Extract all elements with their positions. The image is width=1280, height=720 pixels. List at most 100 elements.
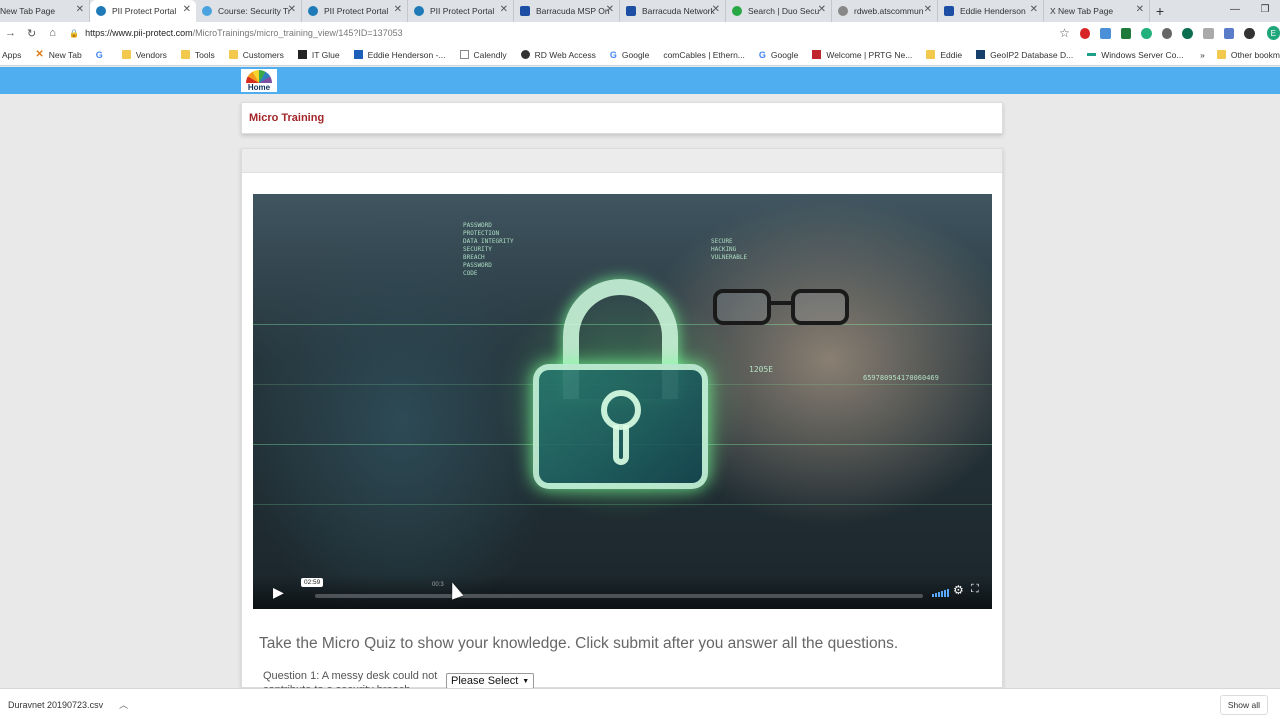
- fullscreen-icon[interactable]: ⛶: [971, 583, 979, 596]
- tab-close-icon[interactable]: ✕: [76, 4, 84, 15]
- bookmark-eddie[interactable]: Eddie: [926, 50, 962, 60]
- tab-0[interactable]: New Tab Page ✕: [0, 0, 90, 22]
- tab-10[interactable]: X New Tab Page ✕: [1044, 0, 1150, 22]
- url-host: https://www.pii-protect.com: [85, 28, 193, 38]
- home-logo[interactable]: Home: [241, 69, 277, 92]
- tab-7[interactable]: Search | Duo Secu ✕: [726, 0, 832, 22]
- tab-close-icon[interactable]: ✕: [606, 4, 614, 15]
- tab-close-icon[interactable]: ✕: [394, 4, 402, 15]
- bookmark-vendors[interactable]: Vendors: [121, 50, 167, 60]
- prtg-icon: [812, 50, 822, 59]
- notification-extension-icon[interactable]: [1244, 27, 1255, 39]
- tab-4[interactable]: PII Protect Portal ✕: [408, 0, 514, 22]
- tab-close-icon[interactable]: ✕: [183, 4, 191, 15]
- bookmark-apps[interactable]: Apps: [2, 50, 21, 60]
- bookmark-other[interactable]: Other bookm: [1216, 49, 1280, 60]
- green-extension-icon[interactable]: [1120, 27, 1132, 39]
- tab-label: New Tab Page: [0, 6, 56, 16]
- bookmark-label: Other bookm: [1230, 49, 1280, 60]
- gear-icon[interactable]: ⚙: [953, 583, 964, 597]
- play-icon[interactable]: ▶: [273, 584, 289, 600]
- grammarly-extension-icon[interactable]: [1141, 27, 1152, 39]
- question-1-text: Question 1: A messy desk could not contr…: [263, 670, 438, 689]
- micro-training-header: Micro Training: [241, 102, 1003, 134]
- card-top-bar: [242, 149, 1002, 173]
- tab-close-icon[interactable]: ✕: [818, 4, 826, 15]
- tab-label: Barracuda Network: [642, 6, 715, 16]
- bookmark-prtg[interactable]: Welcome | PRTG Ne...: [812, 50, 912, 60]
- chevron-up-icon[interactable]: ︿: [119, 698, 128, 711]
- tab-close-icon[interactable]: ✕: [1136, 4, 1144, 15]
- video-player[interactable]: PASSWORD PROTECTION DATA INTEGRITY SECUR…: [253, 194, 992, 609]
- tab-8[interactable]: rdweb.atscommun ✕: [832, 0, 938, 22]
- bookmark-new-tab[interactable]: ✕ New Tab: [35, 49, 81, 60]
- new-tab-button[interactable]: +: [1150, 0, 1170, 22]
- tab-close-icon[interactable]: ✕: [1030, 4, 1038, 15]
- show-all-button[interactable]: Show all: [1219, 694, 1268, 715]
- forward-arrow-icon[interactable]: →: [0, 27, 21, 39]
- chat-extension-icon[interactable]: [1182, 27, 1193, 39]
- restore-icon[interactable]: ❐: [1250, 0, 1280, 22]
- bookmark-label: Windows Server Co...: [1101, 49, 1184, 60]
- bookmarks-overflow-icon[interactable]: »: [1200, 50, 1205, 60]
- tab-9[interactable]: Eddie Henderson ✕: [938, 0, 1044, 22]
- bookmark-google-2[interactable]: G Google: [610, 50, 649, 60]
- itglue-icon: [297, 50, 307, 59]
- hover-time: 00:3: [432, 582, 444, 588]
- mail-extension-icon[interactable]: [1223, 27, 1235, 39]
- bookmark-eddie-henderson[interactable]: Eddie Henderson -...: [353, 49, 446, 60]
- bookmark-it-glue[interactable]: IT Glue: [297, 50, 340, 60]
- tab-label: X New Tab Page: [1050, 6, 1114, 16]
- tab-label: PII Protect Portal: [112, 6, 177, 16]
- bookmark-calendly[interactable]: Calendly: [459, 50, 507, 60]
- tab-close-icon[interactable]: ✕: [288, 4, 296, 15]
- download-filename: Duravnet 20190723.csv: [8, 699, 104, 710]
- tab-6[interactable]: Barracuda Network ✕: [620, 0, 726, 22]
- tab-label: PII Protect Portal: [430, 6, 495, 16]
- reload-icon[interactable]: ↻: [21, 27, 42, 40]
- tab-5[interactable]: Barracuda MSP On ✕: [514, 0, 620, 22]
- calendar-icon: [459, 50, 469, 59]
- minimize-icon[interactable]: —: [1220, 0, 1250, 22]
- tab-label: Barracuda MSP On: [536, 6, 610, 16]
- window-controls: — ❐: [1220, 0, 1280, 22]
- folder-icon: [228, 50, 238, 59]
- tab-close-icon[interactable]: ✕: [712, 4, 720, 15]
- bookmark-windows-server[interactable]: Windows Server Co...: [1087, 50, 1183, 60]
- folder-icon: [1216, 50, 1226, 59]
- tab-close-icon[interactable]: ✕: [500, 4, 508, 15]
- question-1-select[interactable]: Please Select ▼: [446, 673, 535, 689]
- tab-1[interactable]: PII Protect Portal ✕: [90, 0, 196, 22]
- bookmark-google-3[interactable]: G Google: [759, 50, 798, 60]
- profile-avatar[interactable]: E: [1266, 26, 1280, 40]
- download-item[interactable]: Duravnet 20190723.csv ︿: [8, 698, 128, 711]
- pii-protect-icon: [96, 6, 106, 16]
- barracuda-icon: [520, 6, 530, 16]
- bookmark-label: Eddie Henderson -...: [367, 49, 446, 60]
- server-icon: [1087, 53, 1097, 56]
- video-progress-track[interactable]: [315, 594, 923, 598]
- opera-extension-icon[interactable]: [1079, 27, 1091, 39]
- tab-2[interactable]: Course: Security Tr ✕: [196, 0, 302, 22]
- grid-extension-icon[interactable]: [1203, 27, 1214, 39]
- volume-icon[interactable]: [932, 587, 949, 597]
- home-icon[interactable]: ⌂: [42, 27, 63, 39]
- circle-extension-icon[interactable]: [1161, 27, 1173, 39]
- bookmark-geoip2[interactable]: GeoIP2 Database D...: [976, 50, 1073, 60]
- glasses-lens: [713, 289, 771, 325]
- padlock-icon: [533, 279, 708, 494]
- bookmark-comcables[interactable]: comCables | Ethern...: [663, 50, 745, 60]
- url-input[interactable]: 🔒 https://www.pii-protect.com/MicroTrain…: [69, 24, 1039, 42]
- bookmark-tools[interactable]: Tools: [180, 50, 215, 60]
- bookmark-google[interactable]: G: [96, 50, 108, 60]
- barracuda-icon: [626, 6, 636, 16]
- folder-icon: [926, 50, 936, 59]
- bookmark-star-icon[interactable]: ☆: [1059, 26, 1070, 40]
- bookmark-rd-web-access[interactable]: RD Web Access: [520, 50, 596, 60]
- tab-close-icon[interactable]: ✕: [924, 4, 932, 15]
- bookmark-customers[interactable]: Customers: [228, 50, 284, 60]
- glasses-bridge: [769, 301, 793, 305]
- tab-3[interactable]: PII Protect Portal ✕: [302, 0, 408, 22]
- duration-badge: 02:59: [301, 578, 324, 587]
- download-extension-icon[interactable]: [1100, 27, 1111, 39]
